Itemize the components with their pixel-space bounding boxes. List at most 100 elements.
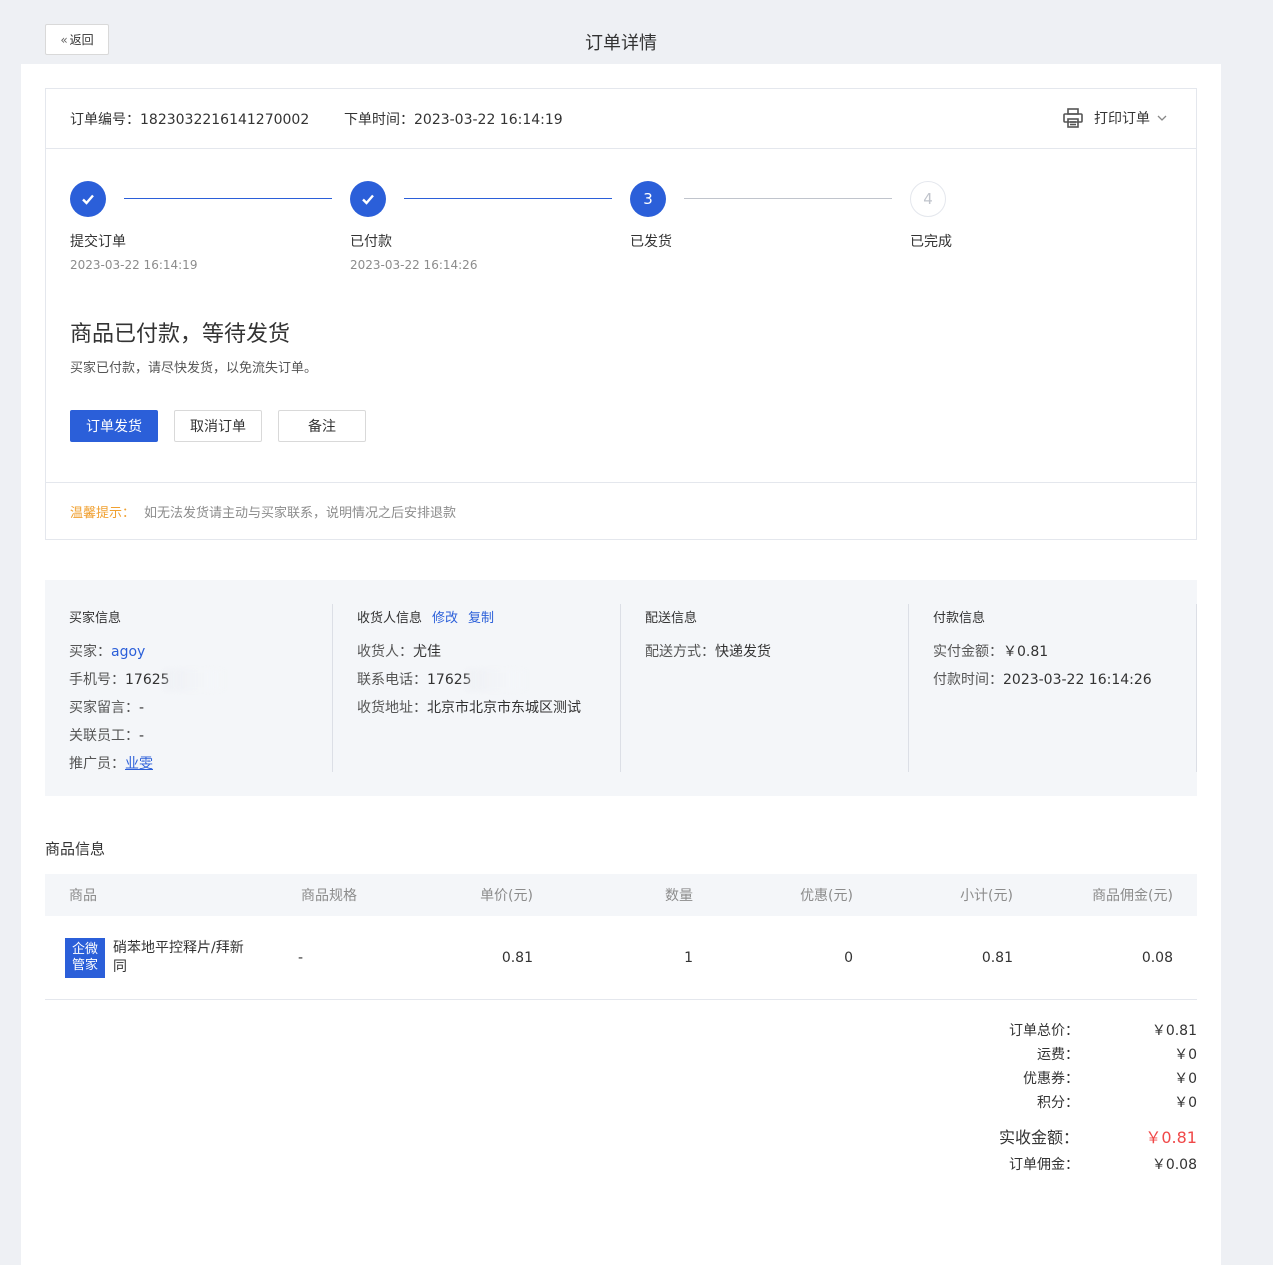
receiver-info: 收货人信息 修改 复制 收货人：尤佳 联系电话：17625 收货地址：北京市北京市东…	[333, 604, 621, 772]
related-staff-row: 关联员工：-	[69, 725, 144, 745]
order-info-panel: 买家信息 买家：agoy 手机号：17625 买家留言：- 关联员工：- 推广员…	[45, 580, 1197, 796]
product-price: 0.81	[501, 949, 533, 966]
tip-text: 如无法发货请主动与买家联系，说明情况之后安排退款	[144, 506, 457, 521]
order-status-card: 订单编号：1823032216141270002 下单时间：2023-03-22…	[45, 88, 1197, 540]
buyer-name-link[interactable]: agoy	[111, 644, 145, 660]
step-label: 提交订单	[70, 234, 126, 250]
buyer-message-label: 买家留言：	[69, 700, 139, 716]
summary-received-value: ￥0.81	[1145, 1128, 1197, 1147]
column-header: 小计(元)	[960, 888, 1013, 904]
summary-freight-label: 运费：	[1037, 1047, 1079, 1063]
buyer-message-row: 买家留言：-	[69, 697, 144, 717]
goods-table: 商品 商品规格 单价(元) 数量 优惠(元) 小计(元) 商品佣金(元) 企微管…	[45, 874, 1197, 1000]
product-subtotal: 0.81	[981, 949, 1013, 966]
payment-time-row: 付款时间：2023-03-22 16:14:26	[933, 669, 1152, 689]
related-staff-label: 关联员工：	[69, 728, 139, 744]
order-actions: 订单发货 取消订单 备注	[70, 410, 382, 442]
order-detail-page: « 返回 订单详情 订单编号：1823032216141270002 下单时间：…	[21, 16, 1221, 1265]
buyer-name-label: 买家：	[69, 644, 111, 660]
ship-order-button[interactable]: 订单发货	[70, 410, 158, 442]
payment-time-value: 2023-03-22 16:14:26	[1003, 672, 1152, 688]
step-connector	[404, 198, 612, 199]
cancel-order-button[interactable]: 取消订单	[174, 410, 262, 442]
summary-received-label: 实收金额：	[998, 1128, 1079, 1147]
order-time: 下单时间：2023-03-22 16:14:19	[344, 109, 563, 129]
step-connector	[684, 198, 892, 199]
status-description: 买家已付款，请尽快发货，以免流失订单。	[70, 361, 318, 376]
summary-received: 实收金额： ￥0.81	[981, 1124, 1197, 1154]
chevron-down-icon	[1157, 115, 1167, 121]
receiver-name-value: 尤佳	[413, 644, 441, 660]
printer-icon	[1063, 108, 1083, 128]
receiver-name-row: 收货人：尤佳	[357, 641, 441, 661]
receiver-phone-row: 联系电话：17625	[357, 669, 526, 691]
summary-commission-label: 订单佣金：	[1009, 1157, 1079, 1173]
order-time-label: 下单时间：	[344, 112, 414, 128]
summary-points-value: ￥0	[1174, 1095, 1197, 1111]
summary-freight-value: ￥0	[1174, 1047, 1197, 1063]
payment-info: 付款信息 实付金额：￥0.81 付款时间：2023-03-22 16:14:26	[909, 604, 1197, 772]
print-order-dropdown[interactable]: 打印订单	[1062, 107, 1178, 129]
step-time: 2023-03-22 16:14:19	[70, 258, 198, 272]
step-label: 已发货	[630, 234, 672, 250]
buyer-phone-row: 手机号：17625	[69, 669, 224, 691]
receiver-title-text: 收货人信息	[357, 611, 423, 626]
promoter-row: 推广员：业雯	[69, 753, 153, 773]
paid-amount-row: 实付金额：￥0.81	[933, 641, 1048, 661]
product-thumbnail: 企微管家	[65, 938, 105, 978]
summary-coupon: 优惠券： ￥0	[981, 1068, 1197, 1092]
summary-points-label: 积分：	[1037, 1095, 1079, 1111]
order-number-value: 1823032216141270002	[140, 112, 310, 128]
column-header: 数量	[665, 888, 693, 904]
delivery-method-value: 快递发货	[715, 644, 771, 660]
promoter-label: 推广员：	[69, 756, 125, 772]
column-header: 商品规格	[301, 888, 357, 904]
product-name: 硝苯地平控释片/拜新同	[113, 940, 244, 975]
order-progress-steps: 提交订单 2023-03-22 16:14:19 已付款 2023-03-22 …	[70, 181, 1170, 291]
summary-points: 积分： ￥0	[981, 1092, 1197, 1116]
print-order-label: 打印订单	[1094, 111, 1150, 127]
receiver-info-title: 收货人信息 修改 复制	[357, 607, 494, 626]
buyer-name-row: 买家：agoy	[69, 641, 145, 661]
delivery-method-row: 配送方式：快递发货	[645, 641, 771, 661]
edit-receiver-link[interactable]: 修改	[432, 611, 458, 626]
product-spec: -	[298, 949, 304, 966]
summary-coupon-label: 优惠券：	[1023, 1071, 1079, 1087]
tip-label: 温馨提示：	[70, 506, 136, 521]
status-title: 商品已付款，等待发货	[70, 322, 291, 347]
step-connector	[124, 198, 332, 199]
promoter-link[interactable]: 业雯	[125, 756, 153, 772]
paid-amount-label: 实付金额：	[933, 644, 1003, 660]
column-divider	[1196, 604, 1197, 772]
summary-freight: 运费： ￥0	[981, 1044, 1197, 1068]
order-number: 订单编号：1823032216141270002	[70, 109, 309, 129]
paid-amount-value: ￥0.81	[1003, 644, 1049, 660]
product-commission: 0.08	[1141, 949, 1173, 966]
product-discount: 0	[844, 949, 853, 966]
summary-total-label: 订单总价：	[1009, 1023, 1079, 1039]
summary-commission-value: ￥0.08	[1151, 1157, 1197, 1173]
receiver-address-value: 北京市北京市东城区测试	[427, 700, 581, 716]
step-label: 已完成	[910, 234, 952, 250]
copy-receiver-link[interactable]: 复制	[468, 611, 494, 626]
summary-commission: 订单佣金： ￥0.08	[981, 1154, 1197, 1178]
buyer-info-title: 买家信息	[69, 611, 122, 626]
column-header: 单价(元)	[480, 888, 533, 904]
order-summary: 订单总价： ￥0.81 运费： ￥0 优惠券： ￥0 积分： ￥0 实收金额： ￥0.81…	[981, 1020, 1197, 1178]
order-time-value: 2023-03-22 16:14:19	[414, 112, 563, 128]
remark-button[interactable]: 备注	[278, 410, 366, 442]
receiver-phone-label: 联系电话：	[357, 672, 427, 688]
column-header: 优惠(元)	[800, 888, 853, 904]
redacted-mask	[465, 669, 526, 691]
buyer-message-value: -	[139, 700, 145, 716]
summary-total-value: ￥0.81	[1151, 1023, 1197, 1039]
goods-section-title: 商品信息	[45, 840, 106, 858]
receiver-address-row: 收货地址：北京市北京市东城区测试	[357, 697, 581, 717]
payment-time-label: 付款时间：	[933, 672, 1003, 688]
top-bar: « 返回 订单详情	[21, 16, 1221, 64]
step-check-icon	[350, 181, 386, 217]
page-title: 订单详情	[585, 33, 657, 54]
delivery-method-label: 配送方式：	[645, 644, 715, 660]
receiver-address-label: 收货地址：	[357, 700, 427, 716]
related-staff-value: -	[139, 728, 145, 744]
